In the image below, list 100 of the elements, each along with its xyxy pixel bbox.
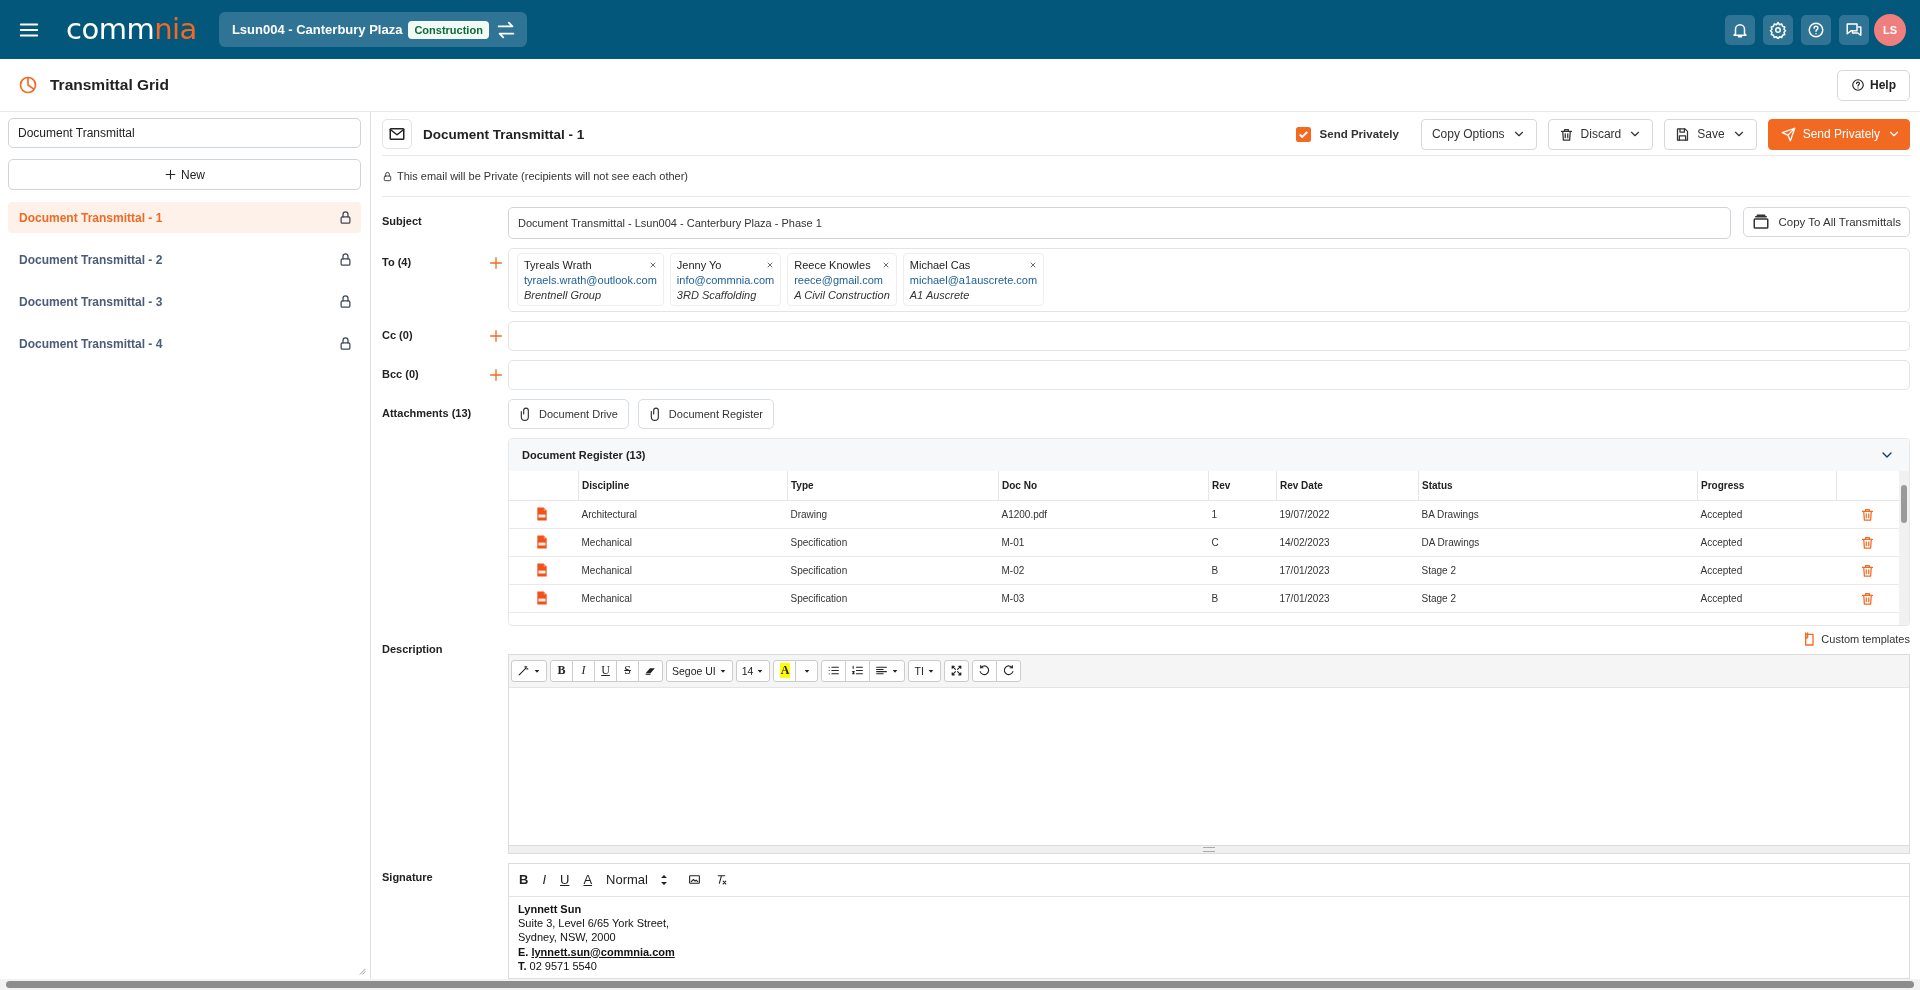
column-header[interactable]: Status <box>1418 471 1698 501</box>
lock-icon <box>338 210 353 225</box>
table-cell: DA Drawings <box>1418 528 1698 557</box>
contact-email: michael@a1auscrete.com <box>909 274 1038 286</box>
select-arrows-icon <box>660 874 668 886</box>
field-prefix: T. <box>518 959 527 972</box>
table-cell: Specification <box>787 528 999 557</box>
transmittal-item[interactable]: Document Transmittal - 3 <box>8 286 361 317</box>
toolbar-button[interactable]: TI <box>908 660 941 682</box>
remove-icon[interactable] <box>881 261 890 269</box>
chat-button[interactable] <box>1839 14 1869 45</box>
scrollbar[interactable] <box>6 981 1914 988</box>
table-cell: Accepted <box>1697 556 1837 585</box>
settings-button[interactable] <box>1763 14 1793 45</box>
lock-icon <box>382 170 393 182</box>
delete-icon[interactable] <box>1859 591 1875 606</box>
align-button[interactable] <box>869 660 906 682</box>
table-cell: Accepted <box>1697 584 1837 613</box>
caret-icon <box>802 667 811 675</box>
recipient-field[interactable] <box>508 360 1910 390</box>
delete-icon[interactable] <box>1859 563 1875 578</box>
table-cell: Accepted <box>1697 500 1837 529</box>
column-header[interactable]: Discipline <box>578 471 788 501</box>
scrollbar[interactable] <box>1899 471 1909 625</box>
wand-button[interactable] <box>511 660 547 682</box>
bold-button[interactable]: B <box>550 660 573 682</box>
subject-field[interactable]: Document Transmittal - Lsun004 - Canterbury Plaza - Phase 1 <box>508 207 1732 239</box>
recipient-field[interactable]: Tyreals Wrath tyraels.wrath@outlook.com Brentnell Group Jenny Yo info@commnia.com 3RD Scaffolding Reece Knowles reece@gmail.com A Civil Construction Michael Cas michael@a1auscrete.com A1 Auscrete <box>508 248 1910 312</box>
search-field[interactable]: Document Transmittal <box>8 118 361 148</box>
field-label: To (4) <box>382 255 413 268</box>
underline-button[interactable]: U <box>594 660 617 682</box>
lock-icon <box>338 252 353 267</box>
remove-icon[interactable] <box>766 261 775 269</box>
italic-button[interactable]: I <box>572 660 595 682</box>
italic-button[interactable]: I <box>538 869 550 891</box>
eraser-button[interactable] <box>638 660 663 682</box>
recipient-chip[interactable]: Reece Knowles reece@gmail.com A Civil Construction <box>787 253 897 306</box>
contact-company: Brentnell Group <box>524 289 603 301</box>
table-cell: 17/01/2023 <box>1276 556 1419 585</box>
toolbar-button[interactable]: 14 <box>735 660 771 682</box>
delete-icon[interactable] <box>1859 507 1875 522</box>
column-header[interactable]: Doc No <box>998 471 1209 501</box>
underline-button[interactable]: U <box>556 869 574 891</box>
color-button[interactable]: A <box>579 869 597 891</box>
numbers-button[interactable] <box>845 660 871 682</box>
table-cell: M-01 <box>998 528 1209 557</box>
table-cell: B <box>1208 584 1277 613</box>
bullets-button[interactable] <box>821 660 847 682</box>
new-button[interactable]: New <box>8 159 361 190</box>
bold-button[interactable]: B <box>515 869 533 891</box>
save-button[interactable]: Save <box>1664 118 1757 150</box>
privacy-notice: This email will be Private (recipients will not see each other) <box>397 170 688 183</box>
description-editor[interactable]: B I U S Segoe UI 14 A TI <box>508 654 1910 854</box>
recipient-chip[interactable]: Tyreals Wrath tyraels.wrath@outlook.com Brentnell Group <box>517 253 664 306</box>
strike-button[interactable]: S <box>616 660 639 682</box>
recipient-field[interactable] <box>508 321 1910 351</box>
transmittal-item[interactable]: Document Transmittal - 2 <box>8 244 361 275</box>
help-button[interactable]: Help <box>1837 69 1910 101</box>
remove-icon[interactable] <box>1029 261 1038 269</box>
remove-icon[interactable] <box>648 261 657 269</box>
field-label: Bcc (0) <box>382 367 420 380</box>
copy-options-button[interactable]: Copy Options <box>1420 118 1537 150</box>
resize-handle[interactable] <box>1203 847 1215 852</box>
notifications-button[interactable] <box>1725 14 1755 45</box>
undo-icon <box>977 664 991 678</box>
column-header[interactable]: Type <box>787 471 999 501</box>
undo-button[interactable] <box>971 660 997 682</box>
table-cell: 1 <box>1208 500 1277 529</box>
fullscreen-button[interactable] <box>943 660 969 682</box>
column-header[interactable]: Rev Date <box>1276 471 1419 501</box>
recipient-chip[interactable]: Jenny Yo info@commnia.com 3RD Scaffolding <box>669 253 782 306</box>
transmittal-title: Document Transmittal - 1 <box>423 126 585 142</box>
table-cell: 17/01/2023 <box>1276 584 1419 613</box>
recipient-chip[interactable]: Michael Cas michael@a1auscrete.com A1 Auscrete <box>902 253 1045 306</box>
project-switcher[interactable]: Lsun004 - Canterbury Plaza Construction <box>218 12 527 47</box>
table-cell: Mechanical <box>578 584 788 613</box>
contact-email: reece@gmail.com <box>794 274 884 286</box>
highlight-button[interactable]: A <box>773 660 797 682</box>
table-cell: B <box>1208 556 1277 585</box>
toolbar-button[interactable]: Normal <box>602 869 672 891</box>
send-privately-checkbox[interactable]: Send Privately <box>1295 126 1399 142</box>
column-header[interactable]: Progress <box>1697 471 1837 501</box>
attach-button[interactable]: Document Drive <box>508 399 629 429</box>
custom-templates-link[interactable]: Custom templates <box>1801 632 1910 646</box>
copy-to-all-button[interactable]: Copy To All Transmittals <box>1743 207 1910 237</box>
table-cell: 14/02/2023 <box>1276 528 1419 557</box>
transmittal-item[interactable]: Document Transmittal - 4 <box>8 328 361 359</box>
column-header[interactable]: Rev <box>1208 471 1277 501</box>
help-button[interactable] <box>1801 14 1831 45</box>
help-icon <box>1851 78 1865 92</box>
contact-name: Reece Knowles <box>794 259 871 271</box>
toolbar-button[interactable]: Segoe UI <box>666 660 733 682</box>
email-link[interactable]: lynnett.sun@commnia.com <box>531 945 675 958</box>
redo-button[interactable] <box>995 660 1021 682</box>
discard-button[interactable]: Discard <box>1547 118 1654 150</box>
logo[interactable]: commnia <box>66 15 197 44</box>
attach-button[interactable]: Document Register <box>637 399 774 429</box>
delete-icon[interactable] <box>1859 535 1875 550</box>
table-cell: BA Drawings <box>1418 500 1698 529</box>
panel-title: Document Register (13) <box>522 449 646 461</box>
